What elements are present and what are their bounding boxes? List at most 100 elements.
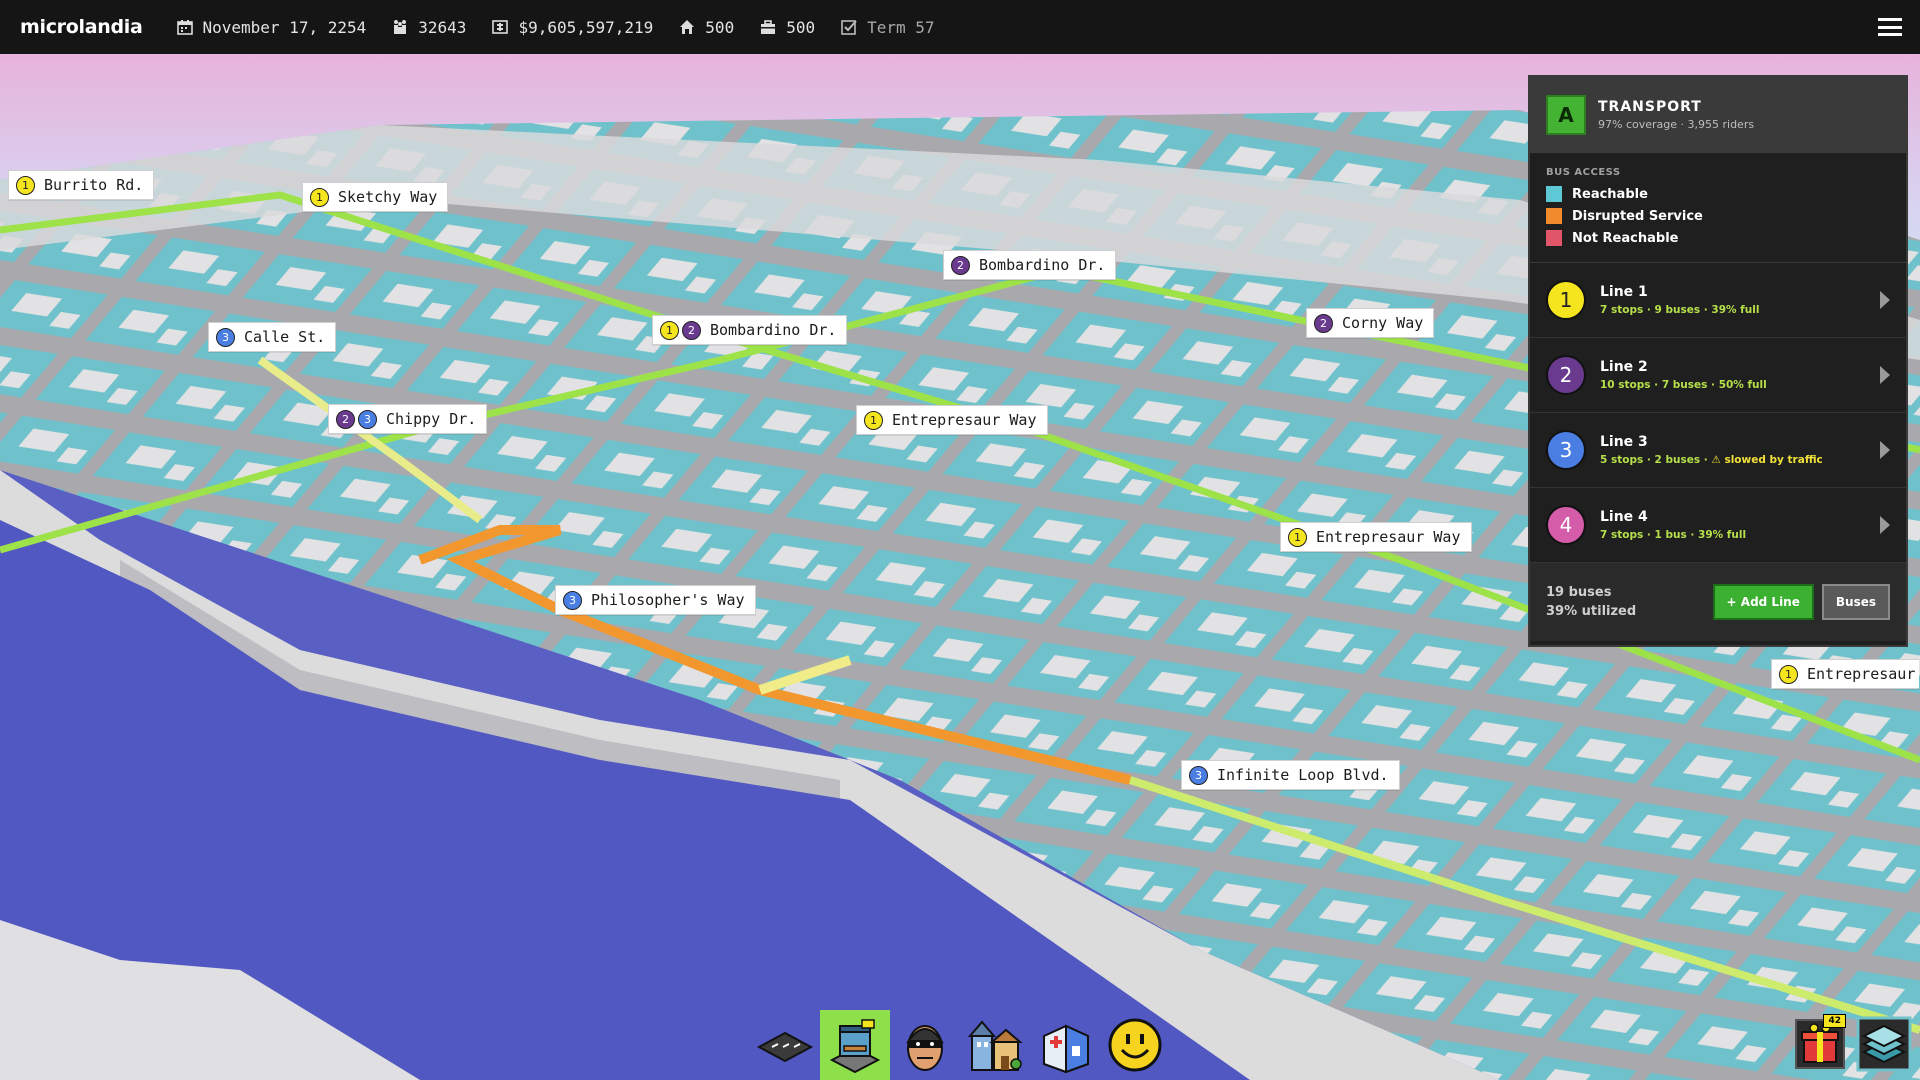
street-label[interactable]: 2 3 Chippy Dr. — [328, 404, 488, 434]
line-row-1[interactable]: 1 Line 1 7 stops · 9 buses · 39% full — [1530, 263, 1906, 338]
line-badges: 2 — [951, 255, 973, 275]
line-badges: 1 — [1779, 664, 1801, 684]
bus-access-title: BUS ACCESS — [1546, 167, 1621, 178]
chevron-right-icon[interactable] — [1880, 516, 1890, 534]
line-1-badge: 1 — [660, 320, 679, 340]
bus-stop-tool-icon — [829, 1019, 881, 1074]
street-label[interactable]: 1 Entrepresaur — [1771, 659, 1920, 689]
street-name: Entrepresaur Way — [892, 411, 1037, 429]
line-row-2[interactable]: 2 Line 2 10 stops · 7 buses · 50% full — [1530, 338, 1906, 413]
disrupted-swatch — [1546, 208, 1562, 224]
bus-stop-tool-button[interactable] — [820, 1010, 890, 1080]
line-4-circle: 4 — [1546, 505, 1586, 545]
line-badges: 2 — [1314, 313, 1336, 333]
gift-button[interactable]: 42 — [1792, 1014, 1848, 1072]
briefcase-icon — [761, 20, 776, 34]
street-label[interactable]: 1 Burrito Rd. — [8, 170, 155, 200]
road-tool-button[interactable] — [750, 1010, 820, 1080]
street-label[interactable]: 2 Corny Way — [1306, 308, 1435, 338]
term-value: Term 57 — [867, 17, 935, 37]
line-name: Line 4 — [1600, 509, 1648, 525]
happiness-tool-button[interactable] — [1100, 1010, 1170, 1080]
legend-label: Reachable — [1572, 186, 1648, 202]
line-1-badge: 1 — [16, 175, 35, 195]
population-stat: 32643 — [392, 18, 466, 37]
legend-not-reachable: Not Reachable — [1546, 230, 1890, 246]
corner-tools: 42 — [1784, 1014, 1912, 1072]
street-name: Philosopher's Way — [591, 591, 745, 609]
population-value: 32643 — [418, 17, 467, 37]
people-icon — [394, 20, 407, 34]
street-label[interactable]: 3 Philosopher's Way — [555, 585, 756, 615]
chevron-right-icon[interactable] — [1880, 441, 1890, 459]
layers-button[interactable] — [1856, 1016, 1912, 1072]
buses-button[interactable]: Buses — [1821, 584, 1890, 620]
line-1-badge: 1 — [864, 410, 883, 430]
street-label[interactable]: 2 Bombardino Dr. — [943, 250, 1117, 280]
house-icon — [680, 20, 695, 34]
police-tool-button[interactable] — [890, 1010, 960, 1080]
line-badges: 3 — [1189, 765, 1211, 785]
line-2-circle: 2 — [1546, 355, 1586, 395]
street-name: Corny Way — [1342, 314, 1424, 332]
add-line-button[interactable]: + Add Line — [1712, 584, 1814, 620]
top-bar: microlandia November 17, 2254 32643 $9,6… — [0, 0, 1920, 54]
street-name: Entrepresaur — [1807, 665, 1916, 683]
line-3-badge: 3 — [358, 409, 377, 429]
street-label[interactable]: 1 2 Bombardino Dr. — [652, 315, 848, 345]
line-2-badge: 2 — [1314, 313, 1333, 333]
line-badges: 1 — [310, 187, 332, 207]
housing-value: 500 — [705, 17, 735, 37]
line-badges: 1 — [16, 175, 38, 195]
line-1-badge: 1 — [310, 187, 329, 207]
police-tool-icon — [906, 1025, 944, 1071]
date-value: November 17, 2254 — [202, 17, 367, 37]
transport-panel-header: A TRANSPORT 97% coverage · 3,955 riders — [1530, 77, 1906, 153]
funds-value: $9,605,597,219 — [518, 17, 654, 37]
menu-icon[interactable] — [1878, 18, 1902, 36]
bus-utilization: 39% utilized — [1546, 604, 1637, 619]
street-label[interactable]: 3 Infinite Loop Blvd. — [1181, 760, 1400, 790]
chevron-right-icon[interactable] — [1880, 366, 1890, 384]
term-stat[interactable]: Term 57 — [841, 17, 935, 37]
date-stat: November 17, 2254 — [176, 17, 367, 37]
housing-tool-button[interactable] — [960, 1010, 1030, 1080]
bus-count: 19 buses — [1546, 585, 1612, 600]
line-badges: 1 — [864, 410, 886, 430]
chevron-right-icon[interactable] — [1880, 291, 1890, 309]
line-2-badge: 2 — [951, 255, 970, 275]
line-row-3[interactable]: 3 Line 3 5 stops · 2 buses · ⚠ slowed by … — [1530, 413, 1906, 488]
transport-grade-badge: A — [1546, 95, 1586, 135]
line-name: Line 1 — [1600, 284, 1648, 300]
road-tool-icon — [756, 1031, 814, 1063]
street-label[interactable]: 1 Entrepresaur Way — [856, 405, 1048, 435]
line-1-badge: 1 — [1288, 527, 1307, 547]
jobs-stat: 500 — [760, 18, 815, 37]
housing-tool-icon — [967, 1020, 1023, 1071]
street-name: Entrepresaur Way — [1316, 528, 1461, 546]
line-row-4[interactable]: 4 Line 4 7 stops · 1 bus · 39% full — [1530, 488, 1906, 563]
hospital-tool-button[interactable] — [1030, 1010, 1100, 1080]
street-label[interactable]: 1 Sketchy Way — [302, 182, 449, 212]
line-3-circle: 3 — [1546, 430, 1586, 470]
street-label[interactable]: 3 Calle St. — [208, 322, 337, 352]
transport-panel-subtitle: 97% coverage · 3,955 riders — [1598, 118, 1755, 131]
bus-summary: 19 buses 39% utilized — [1546, 583, 1713, 621]
line-detail: 7 stops · 1 bus · 39% full — [1600, 529, 1747, 541]
street-name: Bombardino Dr. — [710, 321, 837, 339]
happiness-tool-icon — [1108, 1018, 1162, 1072]
app-logo: microlandia — [20, 16, 143, 38]
street-name: Burrito Rd. — [44, 176, 144, 194]
build-toolbar — [750, 1010, 1170, 1080]
line-name: Line 2 — [1600, 359, 1648, 375]
legend-label: Not Reachable — [1572, 230, 1679, 246]
line-1-badge: 1 — [1779, 664, 1798, 684]
line-detail: 5 stops · 2 buses · ⚠ slowed by traffic — [1600, 454, 1880, 466]
street-label[interactable]: 1 Entrepresaur Way — [1280, 522, 1472, 552]
transport-panel-footer: 19 buses 39% utilized + Add Line Buses — [1530, 563, 1906, 641]
traffic-warning: ⚠ slowed by traffic — [1711, 454, 1823, 466]
line-name: Line 3 — [1600, 434, 1648, 450]
checkbox-icon — [841, 20, 857, 35]
street-name: Sketchy Way — [338, 188, 438, 206]
reachable-swatch — [1546, 186, 1562, 202]
